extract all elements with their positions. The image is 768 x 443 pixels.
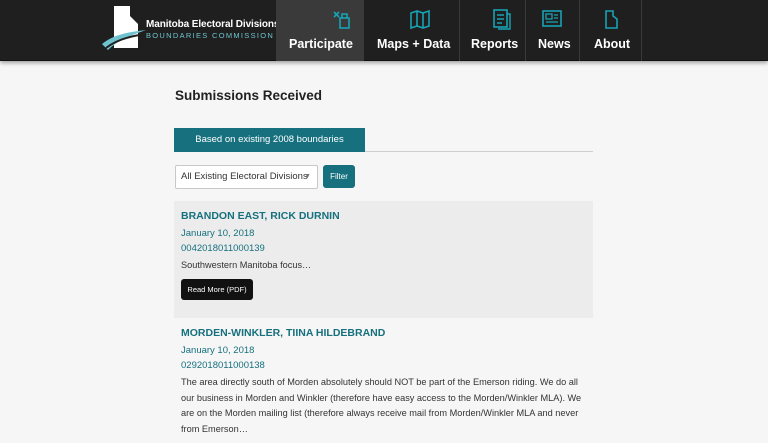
document-icon <box>493 9 511 30</box>
submission-date: January 10, 2018 <box>181 228 255 239</box>
page-title: Submissions Received <box>175 88 323 103</box>
nav-label-participate: Participate <box>289 37 353 51</box>
map-icon <box>410 9 430 30</box>
manitoba-outline-icon <box>605 10 618 29</box>
filter-button[interactable]: Filter <box>323 165 355 188</box>
submission-card: MORDEN-WINKLER, TIINA HILDEBRAND January… <box>174 318 593 443</box>
nav-maps-data[interactable]: Maps + Data <box>363 0 459 61</box>
chevron-down-icon: ▼ <box>304 173 311 180</box>
participate-icon <box>333 11 350 29</box>
nav-label-maps-data: Maps + Data <box>377 37 451 51</box>
submission-title[interactable]: BRANDON EAST, RICK DURNIN <box>181 210 340 222</box>
logo-title: Manitoba Electoral Divisions <box>146 19 280 30</box>
nav-reports[interactable]: Reports <box>459 0 525 61</box>
submission-date: January 10, 2018 <box>181 345 255 356</box>
newspaper-icon <box>542 10 562 27</box>
read-more-button[interactable]: Read More (PDF) <box>181 279 253 300</box>
nav-participate[interactable]: Participate <box>276 0 363 61</box>
nav-label-about: About <box>594 37 631 51</box>
division-select[interactable]: All Existing Electoral Divisions ▼ <box>175 165 318 189</box>
nav-news[interactable]: News <box>525 0 579 61</box>
tab-existing-boundaries[interactable]: Based on existing 2008 boundaries <box>174 128 365 152</box>
nav-label-news: News <box>538 37 571 51</box>
tab-bar: Based on existing 2008 boundaries <box>174 128 593 152</box>
site-header: Manitoba Electoral Divisions BOUNDARIES … <box>0 0 768 61</box>
logo-subtitle: BOUNDARIES COMMISSION <box>146 31 275 40</box>
manitoba-logo-icon <box>102 6 147 50</box>
submission-id: 0042018011000139 <box>181 243 265 254</box>
submission-id: 0292018011000138 <box>181 360 265 371</box>
division-select-value: All Existing Electoral Divisions <box>181 171 308 182</box>
submission-excerpt: The area directly south of Morden absolu… <box>181 377 582 434</box>
submission-card: BRANDON EAST, RICK DURNIN January 10, 20… <box>174 201 593 318</box>
submission-title[interactable]: MORDEN-WINKLER, TIINA HILDEBRAND <box>181 327 385 339</box>
site-logo[interactable]: Manitoba Electoral Divisions BOUNDARIES … <box>100 4 279 54</box>
nav-label-reports: Reports <box>471 37 519 51</box>
submission-excerpt: Southwestern Manitoba focus… <box>181 260 312 270</box>
nav-about[interactable]: About <box>579 0 642 61</box>
main-nav: Participate Maps + Data Reports News Abo… <box>276 0 642 61</box>
